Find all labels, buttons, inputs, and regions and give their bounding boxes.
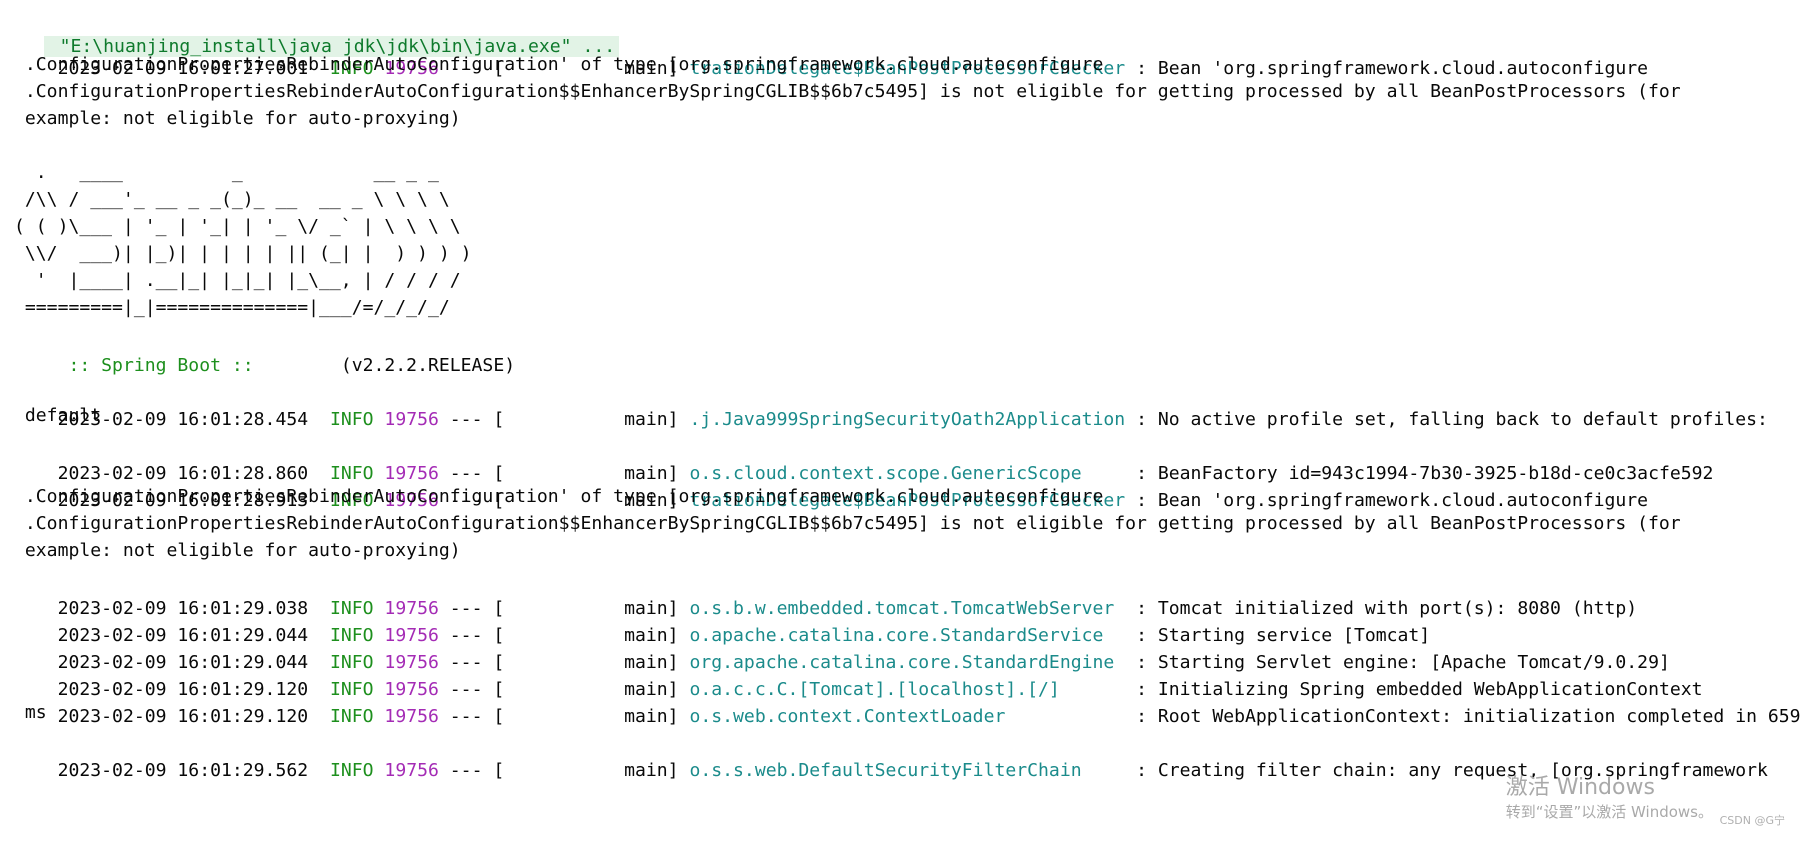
log-pid: 19756 <box>384 760 439 781</box>
csdn-credit: CSDN @G宁 <box>1719 814 1785 827</box>
spring-boot-version-line: :: Spring Boot :: (v2.2.2.RELEASE) <box>14 319 515 376</box>
watermark-subtitle: 转到“设置”以激活 Windows。 <box>1505 803 1713 821</box>
activate-windows-watermark: 激活 Windows 转到“设置”以激活 Windows。 <box>1506 774 1713 822</box>
watermark-title: 激活 Windows <box>1505 775 1655 800</box>
log-logger: o.s.s.web.DefaultSecurityFilterChain <box>689 760 1126 781</box>
log-wrap-line: example: not eligible for auto-proxying) <box>14 108 461 129</box>
log-level: INFO <box>329 760 374 781</box>
console-output[interactable]: "E:\huanjing_install\java jdk\jdk\bin\ja… <box>0 0 1805 846</box>
log-thread: --- [ main] <box>438 760 690 781</box>
log-line: 2023-02-09 16:01:28.454 INFO 19756 --- [… <box>14 373 1768 430</box>
log-line-partial: 2023-02-09 16:01:29.562 INFO 19756 --- [… <box>14 724 1768 781</box>
log-line: 2023-02-09 16:01:29.120 INFO 19756 --- [… <box>14 670 1801 727</box>
log-timestamp: 2023-02-09 16:01:29.562 <box>57 760 309 781</box>
